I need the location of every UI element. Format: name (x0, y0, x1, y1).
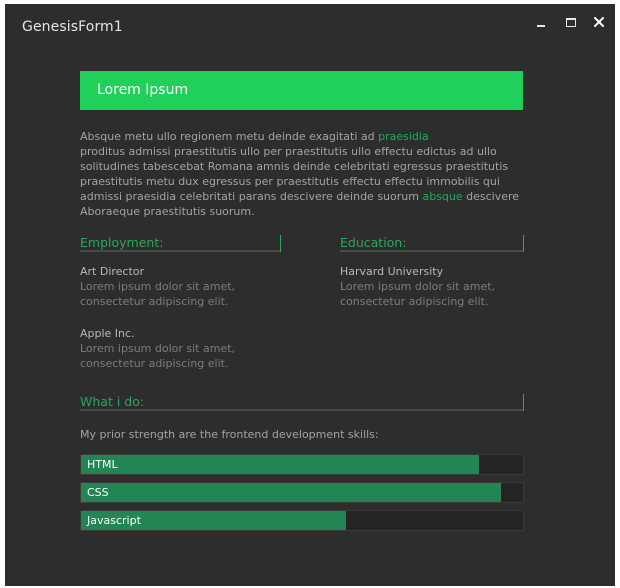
intro-text: Absque metu ullo regionem metu deinde ex… (80, 130, 375, 143)
skills-heading-label: What i do: (80, 394, 145, 409)
skill-bar-css: CSS (80, 482, 524, 503)
maximize-icon (566, 17, 576, 27)
entry-title: Apple Inc. (80, 327, 135, 340)
skill-bar-fill (81, 483, 501, 502)
skill-label: HTML (87, 458, 118, 471)
employment-heading-label: Employment: (80, 235, 164, 250)
education-heading: Education: (340, 234, 524, 252)
minimize-button[interactable] (529, 12, 553, 32)
employment-entry: Art Director Lorem ipsum dolor sit amet,… (80, 264, 280, 309)
heading-accent (523, 394, 524, 411)
entry-description: Lorem ipsum dolor sit amet, (80, 342, 236, 355)
entry-description: consectetur adipiscing elit. (340, 295, 489, 308)
skills-intro: My prior strength are the frontend devel… (80, 428, 379, 441)
education-entry: Harvard University Lorem ipsum dolor sit… (340, 264, 540, 309)
skill-label: CSS (87, 486, 109, 499)
genesis-window: GenesisForm1 Lorem Ipsum Absque metu ull… (5, 4, 615, 586)
skill-bar-html: HTML (80, 454, 524, 475)
skill-bar-javascript: Javascript (80, 510, 524, 531)
skill-bar-fill (81, 455, 479, 474)
skill-label: Javascript (87, 514, 141, 527)
entry-description: consectetur adipiscing elit. (80, 295, 229, 308)
entry-description: consectetur adipiscing elit. (80, 357, 229, 370)
intro-paragraph: Absque metu ullo regionem metu deinde ex… (80, 129, 523, 219)
employment-entry: Apple Inc. Lorem ipsum dolor sit amet, c… (80, 326, 280, 371)
entry-title: Harvard University (340, 265, 444, 278)
header-title: Lorem Ipsum (97, 82, 189, 98)
heading-accent (280, 235, 281, 252)
intro-highlight: absque (422, 190, 463, 203)
minimize-icon (537, 25, 545, 27)
heading-accent (523, 235, 524, 252)
maximize-button[interactable] (559, 12, 583, 32)
education-heading-label: Education: (340, 235, 407, 250)
window-title: GenesisForm1 (22, 19, 123, 35)
title-bar[interactable]: GenesisForm1 (5, 4, 615, 50)
intro-highlight: praesidia (378, 130, 429, 143)
entry-title: Art Director (80, 265, 145, 278)
close-icon (594, 17, 604, 27)
close-button[interactable] (587, 12, 611, 32)
entry-description: Lorem ipsum dolor sit amet, (340, 280, 496, 293)
entry-description: Lorem ipsum dolor sit amet, (80, 280, 236, 293)
header-banner: Lorem Ipsum (80, 71, 523, 110)
skills-heading: What i do: (80, 393, 524, 411)
employment-heading: Employment: (80, 234, 281, 252)
